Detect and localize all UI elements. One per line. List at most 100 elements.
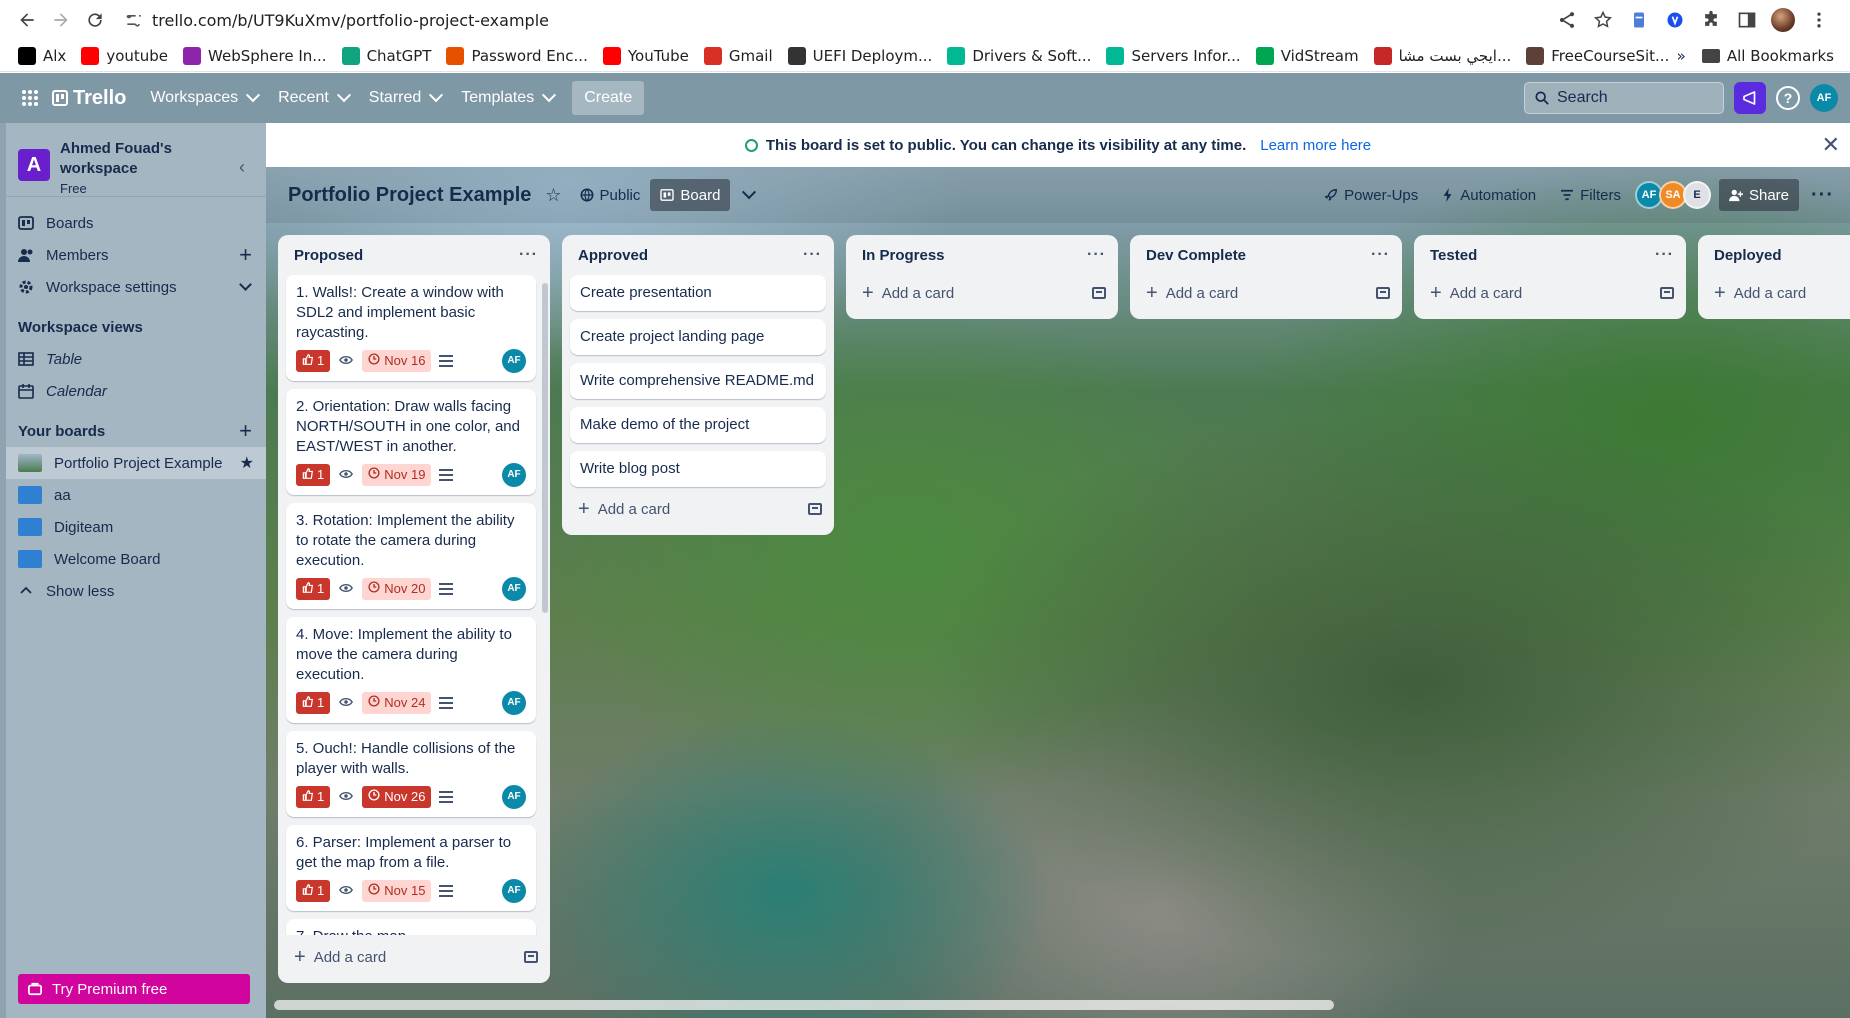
- card-member-avatar[interactable]: AF: [502, 463, 526, 487]
- card-template-icon[interactable]: [1092, 287, 1106, 299]
- try-premium-button[interactable]: Try Premium free: [18, 974, 250, 1004]
- profile-avatar[interactable]: [1768, 5, 1798, 35]
- card-member-avatar[interactable]: AF: [502, 879, 526, 903]
- more-bookmarks-button[interactable]: »: [1677, 47, 1686, 65]
- card[interactable]: 5. Ouch!: Handle collisions of the playe…: [286, 731, 536, 817]
- card[interactable]: Write blog post: [570, 451, 826, 487]
- sidebar-board-item[interactable]: aa: [6, 479, 266, 511]
- list-title[interactable]: Approved: [578, 247, 648, 264]
- card[interactable]: Write comprehensive README.md: [570, 363, 826, 399]
- card[interactable]: 7. Draw the map: [286, 919, 536, 935]
- visibility-button[interactable]: Public: [570, 179, 651, 211]
- card-member-avatar[interactable]: AF: [502, 691, 526, 715]
- card-member-avatar[interactable]: AF: [502, 785, 526, 809]
- url-text[interactable]: trello.com/b/UT9KuXmv/portfolio-project-…: [152, 11, 549, 30]
- add-card-button[interactable]: + Add a card: [1698, 275, 1850, 311]
- card-template-icon[interactable]: [1660, 287, 1674, 299]
- trello-logo[interactable]: Trello: [52, 87, 126, 110]
- sidebar-board-item[interactable]: Welcome Board: [6, 543, 266, 575]
- side-panel-icon[interactable]: [1732, 5, 1762, 35]
- due-date-badge[interactable]: Nov 15: [362, 880, 432, 902]
- menu-templates[interactable]: Templates: [451, 80, 564, 116]
- due-date-badge[interactable]: Nov 26: [362, 786, 432, 808]
- board-members[interactable]: AF SA E: [1634, 181, 1711, 209]
- sidebar-item-boards[interactable]: Boards: [6, 207, 266, 239]
- bookmark-item[interactable]: Servers Infor...: [1106, 46, 1241, 65]
- extensions-puzzle-icon[interactable]: [1696, 5, 1726, 35]
- browser-menu-icon[interactable]: [1804, 5, 1834, 35]
- list-header[interactable]: Tested ···: [1414, 235, 1686, 275]
- due-date-badge[interactable]: Nov 16: [362, 350, 432, 372]
- card-template-icon[interactable]: [1376, 287, 1390, 299]
- sidebar-item-settings[interactable]: Workspace settings: [6, 271, 266, 303]
- workspace-badge[interactable]: A: [18, 149, 50, 181]
- due-date-badge[interactable]: Nov 19: [362, 464, 432, 486]
- power-ups-button[interactable]: Power-Ups: [1314, 179, 1428, 211]
- star-board-icon[interactable]: ☆: [537, 179, 569, 211]
- list-menu-icon[interactable]: ···: [519, 246, 538, 264]
- list-title[interactable]: In Progress: [862, 247, 945, 264]
- help-icon[interactable]: ?: [1776, 86, 1800, 110]
- show-less-button[interactable]: Show less: [6, 575, 266, 607]
- add-card-button[interactable]: + Add a card: [846, 275, 1118, 311]
- notifications-button[interactable]: [1734, 82, 1766, 114]
- list-header[interactable]: Approved ···: [562, 235, 834, 275]
- menu-recent[interactable]: Recent: [268, 80, 359, 116]
- card-template-icon[interactable]: [808, 503, 822, 515]
- create-board-icon[interactable]: +: [239, 418, 252, 444]
- app-switcher-icon[interactable]: [8, 80, 52, 116]
- add-card-button[interactable]: + Add a card: [562, 491, 834, 527]
- list-menu-icon[interactable]: ···: [1371, 246, 1390, 264]
- card[interactable]: 3. Rotation: Implement the ability to ro…: [286, 503, 536, 609]
- list-scrollbar[interactable]: [542, 283, 548, 613]
- sidebar-board-item[interactable]: Digiteam: [6, 511, 266, 543]
- bookmark-item[interactable]: youtube: [81, 46, 168, 65]
- back-icon[interactable]: [10, 3, 44, 37]
- card-member-avatar[interactable]: AF: [502, 349, 526, 373]
- automation-button[interactable]: Automation: [1432, 179, 1546, 211]
- list-header[interactable]: In Progress ···: [846, 235, 1118, 275]
- bookmark-item[interactable]: ChatGPT: [341, 46, 431, 65]
- share-page-icon[interactable]: [1552, 5, 1582, 35]
- card[interactable]: 6. Parser: Implement a parser to get the…: [286, 825, 536, 911]
- list-title[interactable]: Deployed: [1714, 247, 1782, 264]
- board-title[interactable]: Portfolio Project Example: [282, 184, 537, 207]
- account-avatar[interactable]: AF: [1810, 84, 1838, 112]
- due-date-badge[interactable]: Nov 24: [362, 692, 432, 714]
- bookmark-item[interactable]: VidStream: [1255, 46, 1359, 65]
- create-button[interactable]: Create: [572, 81, 645, 115]
- bookmark-item[interactable]: WebSphere In...: [183, 46, 327, 65]
- collapse-sidebar-icon[interactable]: ‹: [230, 155, 254, 179]
- card[interactable]: Create project landing page: [570, 319, 826, 355]
- bookmark-item[interactable]: FreeCourseSit...: [1526, 46, 1669, 65]
- reload-icon[interactable]: [78, 3, 112, 37]
- card[interactable]: 2. Orientation: Draw walls facing NORTH/…: [286, 389, 536, 495]
- sidebar-board-item[interactable]: Portfolio Project Example ★: [6, 447, 266, 479]
- site-info-icon[interactable]: [124, 10, 144, 30]
- card[interactable]: Create presentation: [570, 275, 826, 311]
- list-menu-icon[interactable]: ···: [803, 246, 822, 264]
- sidebar-item-calendar[interactable]: Calendar: [6, 375, 266, 407]
- list-title[interactable]: Proposed: [294, 247, 363, 264]
- list-title[interactable]: Dev Complete: [1146, 247, 1246, 264]
- bookmark-item[interactable]: Password Enc...: [446, 46, 588, 65]
- due-date-badge[interactable]: Nov 20: [362, 578, 432, 600]
- member-avatar[interactable]: E: [1682, 181, 1711, 209]
- forward-icon[interactable]: [44, 3, 78, 37]
- search-box[interactable]: [1524, 82, 1724, 114]
- bookmark-item[interactable]: Alx: [18, 46, 66, 65]
- card[interactable]: Make demo of the project: [570, 407, 826, 443]
- list-title[interactable]: Tested: [1430, 247, 1477, 264]
- list-menu-icon[interactable]: ···: [1087, 246, 1106, 264]
- bookmark-item[interactable]: YouTube: [602, 46, 689, 65]
- workspace-name[interactable]: Ahmed Fouad's workspace: [60, 139, 210, 179]
- card[interactable]: 1. Walls!: Create a window with SDL2 and…: [286, 275, 536, 381]
- add-member-icon[interactable]: +: [239, 242, 252, 268]
- list-header[interactable]: Deployed ···: [1698, 235, 1850, 275]
- menu-workspaces[interactable]: Workspaces: [140, 80, 268, 116]
- add-card-button[interactable]: + Add a card: [1130, 275, 1402, 311]
- list-header[interactable]: Dev Complete ···: [1130, 235, 1402, 275]
- address-bar[interactable]: trello.com/b/UT9KuXmv/portfolio-project-…: [116, 3, 1552, 37]
- all-bookmarks-button[interactable]: All Bookmarks: [1701, 47, 1834, 65]
- learn-more-link[interactable]: Learn more here: [1260, 137, 1371, 154]
